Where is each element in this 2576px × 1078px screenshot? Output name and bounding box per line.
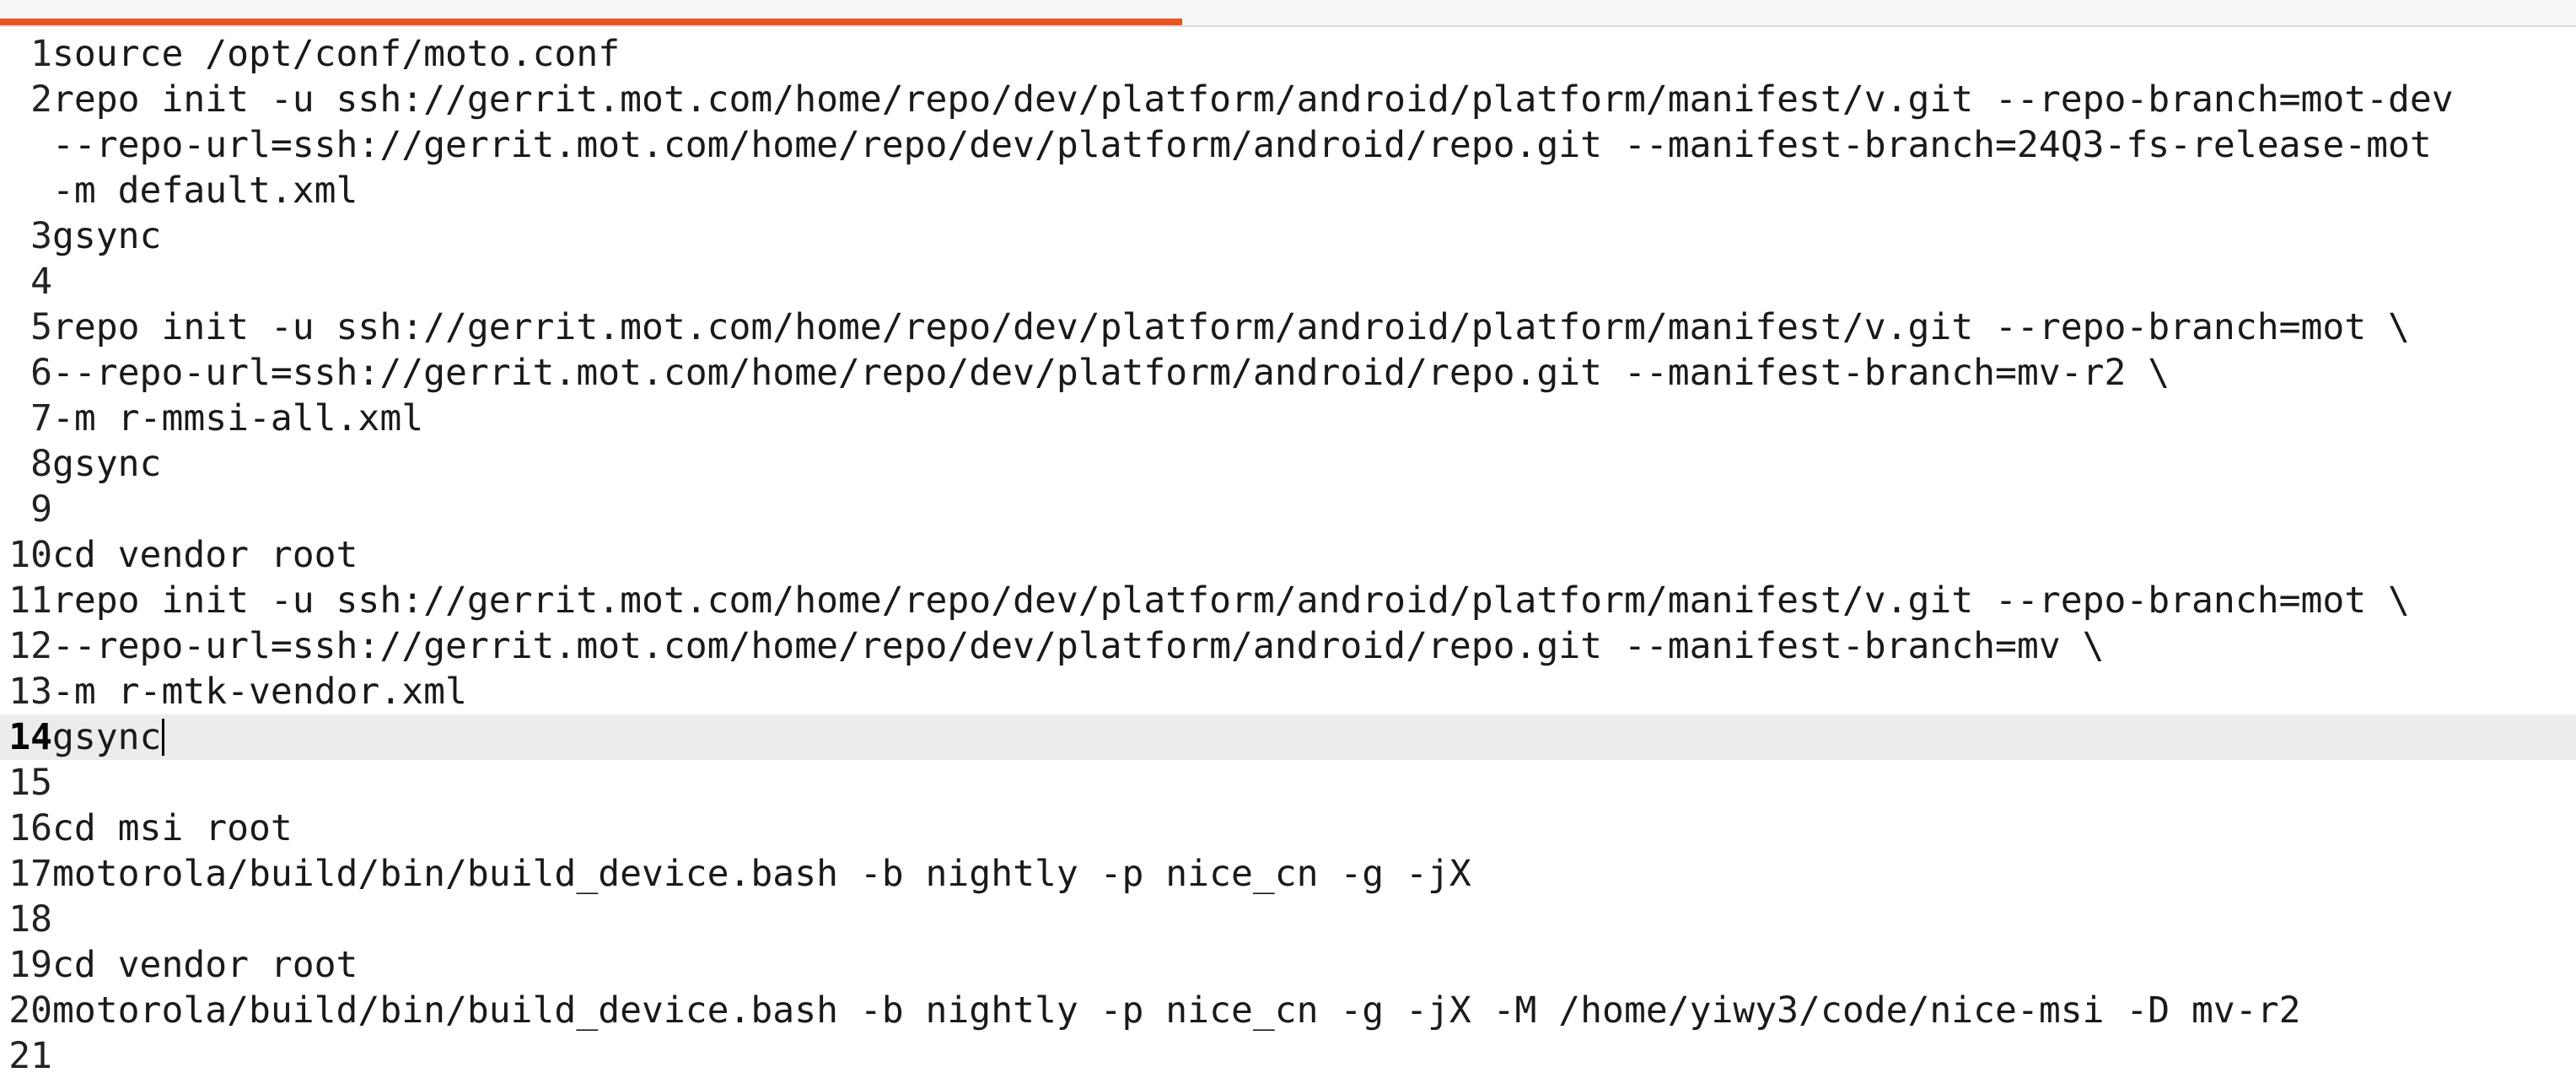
editor-line[interactable]: 5 repo init -u ssh://gerrit.mot.com/home/… xyxy=(0,305,2576,350)
line-segment: repo init -u ssh://gerrit.mot.com/home/r… xyxy=(52,78,2454,121)
editor-line[interactable]: 8 gsync xyxy=(0,441,2576,487)
line-number: 16 xyxy=(8,807,52,849)
line-number: 18 xyxy=(8,898,52,941)
editor-line[interactable]: 11 repo init -u ssh://gerrit.mot.com/home… xyxy=(0,578,2576,623)
line-number: 10 xyxy=(8,534,52,576)
line-text[interactable]: ​ xyxy=(52,259,2576,305)
line-segment: gsync xyxy=(52,714,2576,760)
line-segment: --repo-url=ssh://gerrit.mot.com/home/rep… xyxy=(52,352,2170,394)
line-number: 5 xyxy=(30,306,52,348)
line-number: 2 xyxy=(30,78,52,121)
line-number: 11 xyxy=(8,579,52,622)
text-cursor xyxy=(162,719,165,756)
line-number: 3 xyxy=(30,215,52,257)
line-segment: cd msi root xyxy=(52,807,293,849)
editor-line[interactable]: 12 --repo-url=ssh://gerrit.mot.com/home/r… xyxy=(0,623,2576,669)
editor-line[interactable]: 17 motorola/build/bin/build_device.bash -… xyxy=(0,851,2576,897)
editor-line[interactable]: 19 cd vendor root xyxy=(0,942,2576,988)
editor-line[interactable]: 3 gsync xyxy=(0,213,2576,259)
line-segment: cd vendor root xyxy=(52,944,358,986)
tab-bar xyxy=(0,0,2576,27)
line-number: 14 xyxy=(8,716,52,758)
line-text[interactable]: cd vendor root xyxy=(52,942,2576,988)
editor-line[interactable]: 15​ xyxy=(0,760,2576,806)
line-text[interactable]: gsync xyxy=(52,213,2576,259)
editor-line[interactable]: 1 source /opt/conf/moto.conf xyxy=(0,31,2576,77)
line-segment: ​ xyxy=(52,1033,2576,1078)
line-text[interactable]: -m r-mmsi-all.xml xyxy=(52,396,2576,441)
editor-line[interactable]: 18​ xyxy=(0,897,2576,942)
editor-line[interactable]: 16 cd msi root xyxy=(0,806,2576,851)
editor-line[interactable]: 20 motorola/build/bin/build_device.bash -… xyxy=(0,988,2576,1033)
line-number: 19 xyxy=(8,944,52,986)
line-segment: -m default.xml xyxy=(52,170,358,212)
line-segment: ​ xyxy=(52,897,2576,942)
line-number: 4 xyxy=(30,261,52,303)
line-number: 1 xyxy=(30,33,52,75)
line-text[interactable]: ​ xyxy=(52,487,2576,532)
line-text[interactable]: gsync xyxy=(52,441,2576,487)
line-segment: repo init -u ssh://gerrit.mot.com/home/r… xyxy=(52,306,2410,348)
line-text[interactable]: -m r-mtk-vendor.xml xyxy=(52,669,2576,714)
line-segment: motorola/build/bin/build_device.bash -b … xyxy=(52,853,1471,895)
line-text[interactable]: motorola/build/bin/build_device.bash -b … xyxy=(52,851,2576,897)
line-text[interactable]: --repo-url=ssh://gerrit.mot.com/home/rep… xyxy=(52,623,2576,669)
line-segment: cd vendor root xyxy=(52,534,358,576)
line-segment: ​ xyxy=(52,760,2576,806)
line-segment: motorola/build/bin/build_device.bash -b … xyxy=(52,989,2301,1032)
line-segment: repo init -u ssh://gerrit.mot.com/home/r… xyxy=(52,579,2410,622)
line-number: 20 xyxy=(8,989,52,1032)
line-segment: -m r-mmsi-all.xml xyxy=(52,397,424,439)
line-number: 15 xyxy=(8,762,52,804)
editor-line[interactable]: 13 -m r-mtk-vendor.xml xyxy=(0,669,2576,714)
line-segment: source /opt/conf/moto.conf xyxy=(52,33,621,75)
line-number: 9 xyxy=(30,488,52,531)
editor-line[interactable]: 21​ xyxy=(0,1033,2576,1078)
line-number: 7 xyxy=(30,397,52,439)
line-text[interactable]: cd vendor root xyxy=(52,532,2576,578)
line-text[interactable]: --repo-url=ssh://gerrit.mot.com/home/rep… xyxy=(52,350,2576,396)
line-text[interactable]: cd msi root xyxy=(52,806,2576,851)
editor-line[interactable]: 10 cd vendor root xyxy=(0,532,2576,578)
line-text[interactable]: repo init -u ssh://gerrit.mot.com/home/r… xyxy=(52,305,2576,350)
editor-line[interactable]: 4​ xyxy=(0,259,2576,305)
line-number: 21 xyxy=(8,1035,52,1077)
line-number: 13 xyxy=(8,671,52,713)
editor-line[interactable]: 9​ xyxy=(0,487,2576,532)
line-segment: ​ xyxy=(52,259,2576,305)
line-segment: --repo-url=ssh://gerrit.mot.com/home/rep… xyxy=(52,124,2432,166)
line-number: 12 xyxy=(8,625,52,667)
line-segment: ​ xyxy=(52,487,2576,532)
editor-line[interactable]: 2 repo init -u ssh://gerrit.mot.com/home/… xyxy=(0,77,2576,213)
line-text[interactable]: repo init -u ssh://gerrit.mot.com/home/r… xyxy=(52,578,2576,623)
line-number: 17 xyxy=(8,853,52,895)
active-tab-indicator[interactable] xyxy=(0,19,1182,25)
editor-line[interactable]: 7 -m r-mmsi-all.xml xyxy=(0,396,2576,441)
line-segment: gsync xyxy=(52,215,162,257)
line-text[interactable]: ​ xyxy=(52,1033,2576,1078)
line-text[interactable]: ​ xyxy=(52,897,2576,942)
editor-line[interactable]: 14 gsync xyxy=(0,714,2576,760)
line-number: 6 xyxy=(30,352,52,394)
line-segment: --repo-url=ssh://gerrit.mot.com/home/rep… xyxy=(52,625,2105,667)
line-text[interactable]: motorola/build/bin/build_device.bash -b … xyxy=(52,988,2576,1033)
line-text[interactable]: gsync xyxy=(52,714,2576,760)
line-text[interactable]: source /opt/conf/moto.conf xyxy=(52,31,2576,77)
line-number: 8 xyxy=(30,443,52,485)
line-text[interactable]: repo init -u ssh://gerrit.mot.com/home/r… xyxy=(52,77,2576,213)
line-segment: -m r-mtk-vendor.xml xyxy=(52,671,467,713)
line-segment: gsync xyxy=(52,443,162,485)
line-text[interactable]: ​ xyxy=(52,760,2576,806)
text-editor[interactable]: 1 source /opt/conf/moto.conf 2 repo init -u… xyxy=(0,31,2576,1078)
editor-line[interactable]: 6 --repo-url=ssh://gerrit.mot.com/home/re… xyxy=(0,350,2576,396)
